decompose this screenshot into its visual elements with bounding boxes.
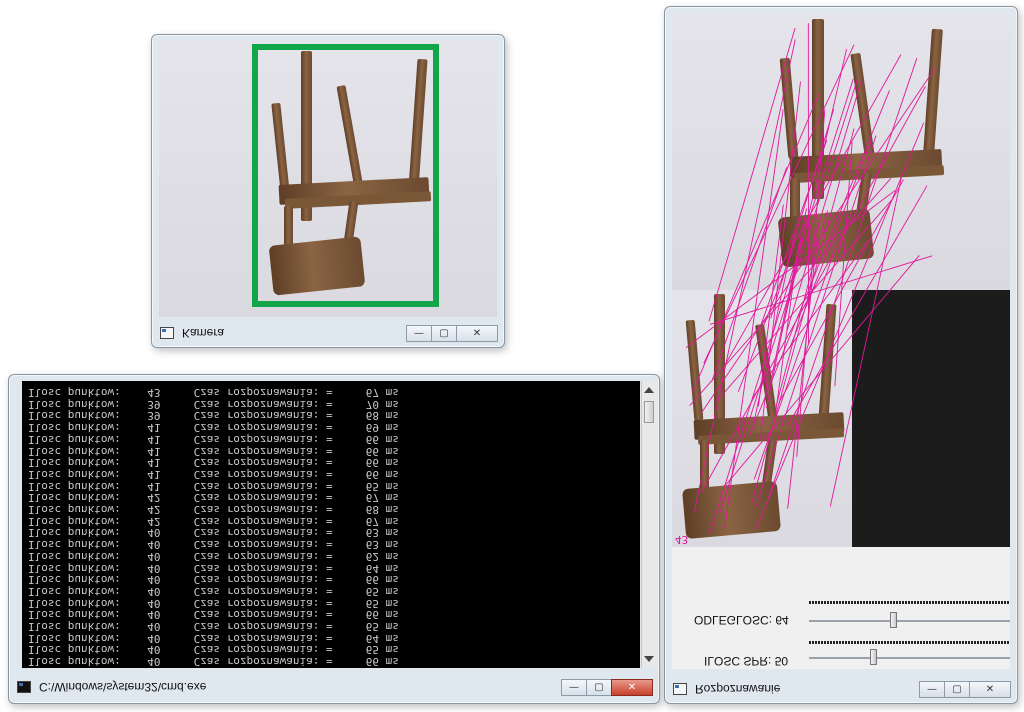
- console-line: Ilosc punktow: 40 Czas rozpoznawania: = …: [28, 526, 399, 540]
- match-line: [723, 54, 902, 367]
- close-button[interactable]: ✕: [456, 324, 498, 342]
- trackbar-checks-scale: [809, 641, 1010, 644]
- match-line: [760, 81, 801, 440]
- minimize-icon: —: [569, 681, 579, 693]
- console-line: Ilosc punktow: 40 Czas rozpoznawania: = …: [28, 573, 399, 587]
- console-line: Ilosc punktow: 40 Czas rozpoznawania: = …: [28, 643, 399, 657]
- console-line: Ilosc punktow: 40 Czas rozpoznawania: = …: [28, 631, 399, 645]
- console-line: Ilosc punktow: 41 Czas rozpoznawania: = …: [28, 432, 399, 446]
- match-line: [778, 179, 904, 404]
- match-line: [770, 108, 835, 319]
- console-output[interactable]: Ilosc punktow: 43 Czas rozpoznawania: = …: [22, 381, 640, 668]
- camera-window[interactable]: Kamera — ▢ ✕: [151, 34, 505, 348]
- console-line: Ilosc punktow: 40 Czas rozpoznawania: = …: [28, 608, 399, 622]
- match-line: [701, 86, 926, 492]
- console-line: Ilosc punktow: 40 Czas rozpoznawania: = …: [28, 538, 399, 552]
- trackbar-distance-scale: [809, 601, 1010, 604]
- window-app-icon: [160, 327, 174, 339]
- trackbar-distance-thumb[interactable]: [890, 612, 897, 628]
- scroll-down-icon[interactable]: [644, 656, 654, 662]
- console-line: Ilosc punktow: 39 Czas rozpoznawania: = …: [28, 397, 399, 411]
- console-window[interactable]: Ilosc punktow: 43 Czas rozpoznawania: = …: [8, 374, 660, 704]
- close-button[interactable]: ✕: [969, 680, 1011, 698]
- cmd-icon: [17, 681, 31, 693]
- trackbar-checks-label: ILOSC SPR: 50: [704, 654, 789, 668]
- window-app-icon: [673, 683, 687, 695]
- minimize-button[interactable]: —: [561, 678, 587, 696]
- match-line: [760, 140, 828, 325]
- trackbar-panel: ODLEGLOSC: 64 ILOSC SPR: 50: [672, 547, 1010, 669]
- minimize-button[interactable]: —: [406, 324, 432, 342]
- console-scrollbar[interactable]: [641, 381, 657, 668]
- maximize-icon: ▢: [952, 683, 962, 695]
- console-line: Ilosc punktow: 40 Czas rozpoznawania: = …: [28, 596, 399, 610]
- window-title: Rozpoznawanie: [695, 682, 781, 696]
- console-line: Ilosc punktow: 42 Czas rozpoznawania: = …: [28, 503, 399, 516]
- console-line: Ilosc punktow: 41 Czas rozpoznawania: = …: [28, 479, 399, 493]
- window-title: Kamera: [182, 326, 225, 340]
- maximize-icon: ▢: [439, 327, 449, 339]
- console-line: Ilosc punktow: 40 Czas rozpoznawania: = …: [28, 549, 399, 563]
- console-line: Ilosc punktow: 41 Czas rozpoznawania: = …: [28, 456, 399, 470]
- match-line: [829, 176, 903, 507]
- trackbar-distance-track[interactable]: [809, 620, 1010, 622]
- minimize-button[interactable]: —: [919, 680, 945, 698]
- maximize-button[interactable]: ▢: [586, 678, 612, 696]
- console-line: Ilosc punktow: 39 Czas rozpoznawania: = …: [28, 409, 399, 423]
- trackbar-checks-thumb[interactable]: [870, 649, 877, 665]
- console-line: Ilosc punktow: 41 Czas rozpoznawania: = …: [28, 444, 399, 458]
- close-icon: ✕: [472, 327, 482, 339]
- trackbar-checks-track[interactable]: [809, 657, 1010, 659]
- recognition-window[interactable]: 43 ODLEGLOSC: 64 ILOSC SPR: 50 Rozpoznaw…: [664, 6, 1018, 704]
- console-line: Ilosc punktow: 40 Czas rozpoznawania: = …: [28, 584, 399, 598]
- console-line: Ilosc punktow: 41 Czas rozpoznawania: = …: [28, 421, 399, 435]
- match-count-label: 43: [675, 533, 689, 546]
- scroll-up-icon[interactable]: [644, 387, 654, 393]
- console-line: Ilosc punktow: 41 Czas rozpoznawania: = …: [28, 467, 399, 481]
- scroll-thumb[interactable]: [644, 401, 654, 423]
- console-line: Ilosc punktow: 42 Czas rozpoznawania: = …: [28, 491, 399, 505]
- recognition-view: 43: [672, 13, 1010, 547]
- match-line: [693, 39, 796, 512]
- match-line: [787, 222, 820, 509]
- match-lines: [685, 23, 936, 535]
- console-line: Ilosc punktow: 43 Czas rozpoznawania: = …: [28, 386, 399, 399]
- console-line: Ilosc punktow: 40 Czas rozpoznawania: = …: [28, 655, 399, 668]
- camera-view: [159, 41, 497, 317]
- match-line: [758, 204, 784, 407]
- console-line: Ilosc punktow: 40 Czas rozpoznawania: = …: [28, 561, 399, 575]
- close-icon: ✕: [985, 683, 995, 695]
- match-line: [834, 141, 853, 387]
- window-title: C:\Windows\system32\cmd.exe: [39, 680, 207, 694]
- console-line: Ilosc punktow: 42 Czas rozpoznawania: = …: [28, 514, 399, 528]
- minimize-icon: —: [927, 683, 937, 695]
- detection-box: [252, 44, 439, 307]
- close-icon: ✕: [627, 681, 637, 693]
- maximize-button[interactable]: ▢: [944, 680, 970, 698]
- minimize-icon: —: [414, 327, 424, 339]
- maximize-button[interactable]: ▢: [431, 324, 457, 342]
- trackbar-distance-label: ODLEGLOSC: 64: [694, 613, 789, 627]
- console-line: Ilosc punktow: 40 Czas rozpoznawania: = …: [28, 620, 399, 633]
- close-button[interactable]: ✕: [611, 678, 653, 696]
- maximize-icon: ▢: [594, 681, 604, 693]
